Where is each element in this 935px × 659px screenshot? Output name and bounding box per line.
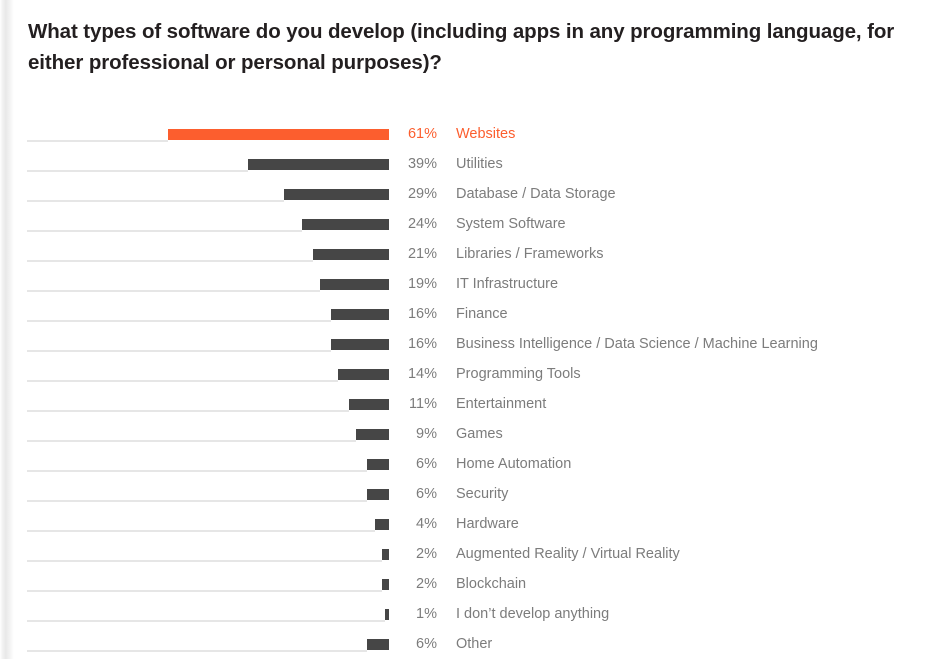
bar-value-label: 29% [407,186,437,202]
chart-row: 16% Business Intelligence / Data Science … [0,321,935,352]
bar-category-label: Hardware [456,516,519,532]
bar-value-label: 2% [416,546,437,562]
bar-value-label: 11% [409,396,437,412]
bar-value-label: 21% [407,246,437,262]
bar-value-label: 4% [416,516,437,532]
chart-row: 11% Entertainment [0,381,935,412]
bar-category-label: Other [456,636,493,652]
chart-row: 29% Database / Data Storage [0,171,935,202]
bar-chart: 61% Websites 39% Utilities 29% Database / Dat… [0,0,935,659]
chart-row: 16% Finance [0,291,935,322]
bar-value-label: 19% [407,276,437,292]
bar-category-label: System Software [456,216,566,232]
chart-row: 14% Programming Tools [0,351,935,382]
chart-page: What types of software do you develop (i… [0,0,935,659]
chart-row: 6% Security [0,471,935,502]
chart-row: 39% Utilities [0,141,935,172]
bar-value-label: 6% [416,456,437,472]
chart-row: 61% Websites [0,111,935,142]
bar-category-label: Finance [456,306,508,322]
chart-row: 6% Other [0,621,935,652]
bar-category-label: IT Infrastructure [456,276,559,292]
bar-category-label: Libraries / Frameworks [456,246,604,262]
bar-value-label: 6% [416,636,437,652]
bar-category-label: Games [456,426,503,442]
chart-row: 19% IT Infrastructure [0,261,935,292]
bar-category-label: Home Automation [456,456,572,472]
bar-category-label: Programming Tools [456,366,581,382]
bar-category-label: Augmented Reality / Virtual Reality [456,546,680,562]
bar-category-label: Business Intelligence / Data Science / M… [456,336,818,352]
chart-row: 21% Libraries / Frameworks [0,231,935,262]
bar-value-label: 6% [416,486,437,502]
bar-value-label: 16% [407,306,437,322]
bar-value-label: 39% [407,156,437,172]
bar-category-label: Blockchain [456,576,527,592]
chart-row: 9% Games [0,411,935,442]
bar-category-label: Websites [456,126,516,142]
bar-value-label: 16% [407,336,437,352]
bar [168,129,389,140]
bar-category-label: I don’t develop anything [456,606,610,622]
bar [320,279,389,290]
chart-row: 2% Blockchain [0,561,935,592]
bar-value-label: 9% [416,426,437,442]
chart-row: 1% I don’t develop anything [0,591,935,622]
chart-row: 2% Augmented Reality / Virtual Reality [0,531,935,562]
bar-category-label: Security [456,486,509,502]
bar [313,249,389,260]
bar-value-label: 61% [407,126,437,142]
bar-category-label: Entertainment [456,396,547,412]
chart-row: 6% Home Automation [0,441,935,472]
bar-value-label: 2% [416,576,437,592]
bar [248,159,389,170]
chart-row: 4% Hardware [0,501,935,532]
bar-value-label: 14% [407,366,437,382]
bar [284,189,389,200]
bar-value-label: 24% [407,216,437,232]
bar-category-label: Database / Data Storage [456,186,616,202]
bar-track [27,650,367,652]
bar-value-label: 1% [416,606,437,622]
chart-row: 24% System Software [0,201,935,232]
bar-category-label: Utilities [456,156,503,172]
bar [302,219,389,230]
